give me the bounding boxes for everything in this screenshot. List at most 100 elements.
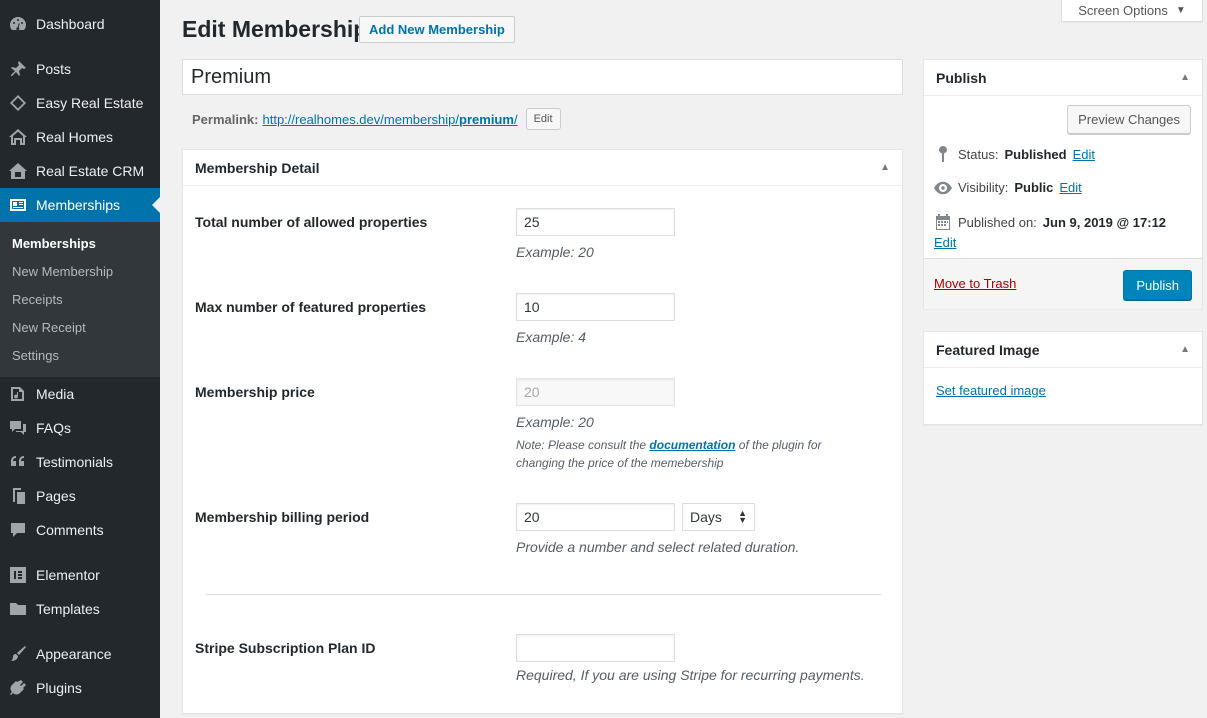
edit-visibility-link[interactable]: Edit (1059, 180, 1081, 195)
membership-price-label: Membership price (195, 384, 315, 400)
menu-comments[interactable]: Comments (0, 513, 160, 547)
menu-pages[interactable]: Pages (0, 479, 160, 513)
preview-changes-button[interactable]: Preview Changes (1067, 105, 1191, 134)
menu-testimonials[interactable]: Testimonials (0, 445, 160, 479)
featured-properties-help: Example: 4 (516, 329, 587, 345)
membership-price-note: Note: Please consult the documentation o… (516, 438, 822, 470)
billing-period-help: Provide a number and select related dura… (516, 539, 800, 555)
id-card-icon (0, 195, 36, 215)
membership-detail-title: Membership Detail (195, 159, 320, 176)
menu-posts[interactable]: Posts (0, 52, 160, 86)
menu-label: Media (36, 386, 75, 402)
plugin-icon (0, 678, 36, 698)
page-title: Edit Membership (182, 16, 368, 42)
post-title-input[interactable]: Premium (182, 59, 903, 95)
pages-icon (0, 486, 36, 506)
menu-label: Posts (36, 61, 72, 77)
menu-label: Memberships (36, 197, 121, 213)
pin-icon (0, 59, 36, 79)
menu-real-homes[interactable]: Real Homes (0, 120, 160, 154)
collapse-arrow-icon[interactable]: ▲ (1180, 72, 1190, 83)
publish-button[interactable]: Publish (1123, 270, 1192, 300)
menu-label: Comments (36, 522, 104, 538)
allowed-properties-input[interactable]: 25 (516, 208, 675, 236)
calendar-icon (934, 214, 952, 230)
stripe-plan-input[interactable] (516, 634, 675, 662)
featured-properties-input[interactable]: 10 (516, 293, 675, 321)
menu-plugins[interactable]: Plugins (0, 671, 160, 705)
menu-memberships[interactable]: Memberships (0, 188, 160, 222)
pin-icon (934, 146, 952, 162)
permalink-slug: premium (459, 111, 514, 127)
menu-label: Dashboard (36, 16, 105, 32)
featured-image-box: Featured Image ▲ Set featured image (923, 331, 1203, 425)
status-value: Published (1004, 146, 1067, 162)
tag-icon (0, 93, 36, 113)
menu-elementor[interactable]: Elementor (0, 558, 160, 592)
section-divider (206, 594, 881, 595)
menu-templates[interactable]: Templates (0, 592, 160, 626)
house-icon (0, 127, 36, 147)
permalink-row: Permalink: http://realhomes.dev/membersh… (192, 108, 561, 130)
featured-image-header[interactable]: Featured Image ▲ (924, 332, 1202, 368)
billing-duration-select[interactable]: Days ▲ ▼ (682, 503, 755, 531)
billing-duration-value: Days (690, 509, 722, 525)
brush-icon (0, 644, 36, 664)
edit-date-link[interactable]: Edit (934, 235, 956, 250)
move-to-trash-link[interactable]: Move to Trash (934, 276, 1016, 291)
screen-options-button[interactable]: Screen Options ▼ (1061, 0, 1203, 22)
publish-actions: Move to Trash Publish (924, 258, 1202, 309)
submenu-memberships[interactable]: Memberships (12, 236, 96, 251)
documentation-link[interactable]: documentation (649, 438, 735, 452)
folder-icon (0, 599, 36, 619)
membership-detail-box: Membership Detail ▲ Total number of allo… (182, 149, 903, 714)
quote-icon (0, 452, 36, 472)
publish-header[interactable]: Publish ▲ (924, 60, 1202, 96)
published-on-row: Published on: Jun 9, 2019 @ 17:12 (934, 214, 1166, 230)
status-row: Status: Published Edit (934, 146, 1095, 162)
featured-properties-label: Max number of featured properties (195, 299, 427, 315)
menu-media[interactable]: Media (0, 377, 160, 411)
eye-icon (934, 181, 952, 195)
allowed-properties-label: Total number of allowed properties (195, 214, 428, 230)
menu-appearance[interactable]: Appearance (0, 637, 160, 671)
add-new-membership-button[interactable]: Add New Membership (359, 16, 515, 43)
screen-options-label: Screen Options (1078, 3, 1168, 18)
edit-status-link[interactable]: Edit (1073, 147, 1095, 162)
menu-label: Plugins (36, 680, 82, 696)
set-featured-image-link[interactable]: Set featured image (936, 383, 1046, 398)
status-label: Status: (958, 146, 999, 162)
elementor-icon (0, 565, 36, 585)
select-arrows-icon: ▲ ▼ (738, 508, 747, 525)
memberships-submenu: Memberships New Membership Receipts New … (0, 222, 160, 377)
permalink-edit-button[interactable]: Edit (525, 108, 561, 130)
menu-easy-real-estate[interactable]: Easy Real Estate (0, 86, 160, 120)
menu-real-estate-crm[interactable]: Real Estate CRM (0, 154, 160, 188)
membership-detail-header[interactable]: Membership Detail ▲ (183, 150, 902, 186)
submenu-receipts[interactable]: Receipts (12, 292, 63, 307)
submenu-settings[interactable]: Settings (12, 348, 59, 363)
caret-down-icon: ▼ (1175, 5, 1186, 16)
submenu-new-membership[interactable]: New Membership (12, 264, 113, 279)
membership-price-help: Example: 20 (516, 414, 594, 430)
permalink-url[interactable]: http://realhomes.dev/membership/premium/ (262, 112, 517, 127)
media-icon (0, 384, 36, 404)
collapse-arrow-icon[interactable]: ▲ (1180, 344, 1190, 355)
menu-label: Pages (36, 488, 76, 504)
menu-label: Elementor (36, 567, 100, 583)
comment-icon (0, 520, 36, 540)
menu-label: Appearance (36, 646, 112, 662)
publish-title: Publish (936, 69, 987, 86)
stripe-plan-help: Required, If you are using Stripe for re… (516, 667, 865, 683)
menu-label: Easy Real Estate (36, 95, 144, 111)
billing-period-label: Membership billing period (195, 509, 370, 525)
submenu-new-receipt[interactable]: New Receipt (12, 320, 86, 335)
billing-period-input[interactable]: 20 (516, 503, 675, 531)
collapse-arrow-icon[interactable]: ▲ (880, 162, 890, 173)
visibility-row: Visibility: Public Edit (934, 180, 1082, 195)
menu-faqs[interactable]: FAQs (0, 411, 160, 445)
menu-label: Real Homes (36, 129, 114, 145)
menu-dashboard[interactable]: Dashboard (0, 7, 160, 41)
publish-box: Publish ▲ Preview Changes Status: Publis… (923, 59, 1203, 309)
featured-image-title: Featured Image (936, 341, 1040, 358)
